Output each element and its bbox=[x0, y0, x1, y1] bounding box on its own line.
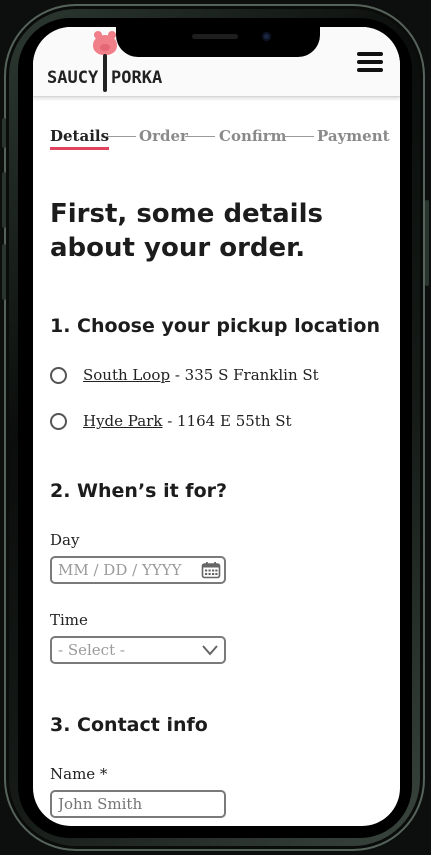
location-address: - 1164 E 55th St bbox=[162, 412, 292, 430]
power-button bbox=[425, 200, 429, 286]
time-label: Time bbox=[50, 611, 88, 629]
pickup-option-text: South Loop - 335 S Franklin St bbox=[83, 366, 319, 384]
name-input[interactable] bbox=[50, 790, 226, 818]
contact-heading: 3. Contact info bbox=[50, 714, 208, 736]
step-connector bbox=[105, 136, 136, 137]
time-select[interactable]: - Select - bbox=[50, 636, 226, 664]
logo-text-right: PORKA bbox=[111, 68, 163, 88]
time-selected-value: - Select - bbox=[58, 641, 125, 659]
side-button bbox=[2, 118, 6, 148]
menu-bar bbox=[357, 60, 383, 64]
fork-logo-icon bbox=[103, 54, 107, 92]
day-placeholder: MM / DD / YYYY bbox=[58, 561, 182, 579]
name-label: Name * bbox=[50, 765, 108, 783]
radio-south-loop[interactable] bbox=[50, 366, 67, 384]
hamburger-menu-icon[interactable] bbox=[357, 51, 383, 73]
pickup-heading: 1. Choose your pickup location bbox=[50, 315, 380, 337]
location-link-south-loop[interactable]: South Loop bbox=[83, 366, 170, 384]
logo-text-left: SAUCY bbox=[47, 68, 99, 88]
screen: SAUCY PORKA Details Order Confirm Paymen… bbox=[33, 27, 400, 826]
step-order: Order bbox=[139, 127, 188, 145]
notch bbox=[116, 27, 320, 57]
pig-snout bbox=[100, 44, 110, 51]
menu-bar bbox=[357, 68, 383, 72]
day-label: Day bbox=[50, 531, 80, 549]
pickup-option-south-loop[interactable]: South Loop - 335 S Franklin St bbox=[50, 364, 319, 386]
step-connector bbox=[284, 136, 314, 137]
menu-bar bbox=[357, 52, 383, 56]
checkout-steps: Details Order Confirm Payment bbox=[50, 127, 390, 151]
speaker bbox=[192, 34, 238, 39]
location-link-hyde-park[interactable]: Hyde Park bbox=[83, 412, 162, 430]
step-connector bbox=[185, 136, 215, 137]
step-confirm: Confirm bbox=[219, 127, 287, 145]
volume-up-button bbox=[2, 172, 6, 228]
calendar-icon[interactable] bbox=[201, 561, 221, 579]
radio-hyde-park[interactable] bbox=[50, 412, 67, 430]
step-payment: Payment bbox=[317, 127, 390, 145]
pickup-option-hyde-park[interactable]: Hyde Park - 1164 E 55th St bbox=[50, 410, 292, 432]
volume-down-button bbox=[2, 244, 6, 300]
location-address: - 335 S Franklin St bbox=[170, 366, 319, 384]
when-heading: 2. When’s it for? bbox=[50, 480, 228, 502]
step-details[interactable]: Details bbox=[50, 127, 110, 150]
day-date-input[interactable]: MM / DD / YYYY bbox=[50, 556, 226, 584]
front-camera bbox=[262, 32, 271, 41]
pickup-option-text: Hyde Park - 1164 E 55th St bbox=[83, 412, 292, 430]
page-title: First, some details about your order. bbox=[50, 199, 323, 263]
chevron-down-icon bbox=[202, 645, 218, 656]
